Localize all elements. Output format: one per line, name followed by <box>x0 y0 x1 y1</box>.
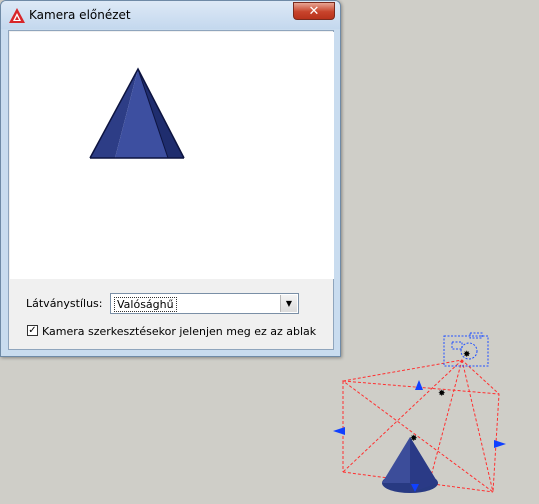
grip-arrow-left-icon <box>333 427 345 435</box>
camera-icon[interactable]: ✸ <box>443 332 489 367</box>
cone-object[interactable]: ✸ <box>382 434 438 493</box>
drawing-area: ✸ ✸ ✸ <box>333 332 506 493</box>
target-grip[interactable]: ✸ <box>438 389 446 399</box>
svg-text:✸: ✸ <box>438 389 446 399</box>
svg-text:✸: ✸ <box>410 434 418 444</box>
svg-text:✸: ✸ <box>463 350 471 360</box>
grip-arrow-up-icon <box>415 380 423 390</box>
grip-arrow-right-icon <box>494 440 506 448</box>
